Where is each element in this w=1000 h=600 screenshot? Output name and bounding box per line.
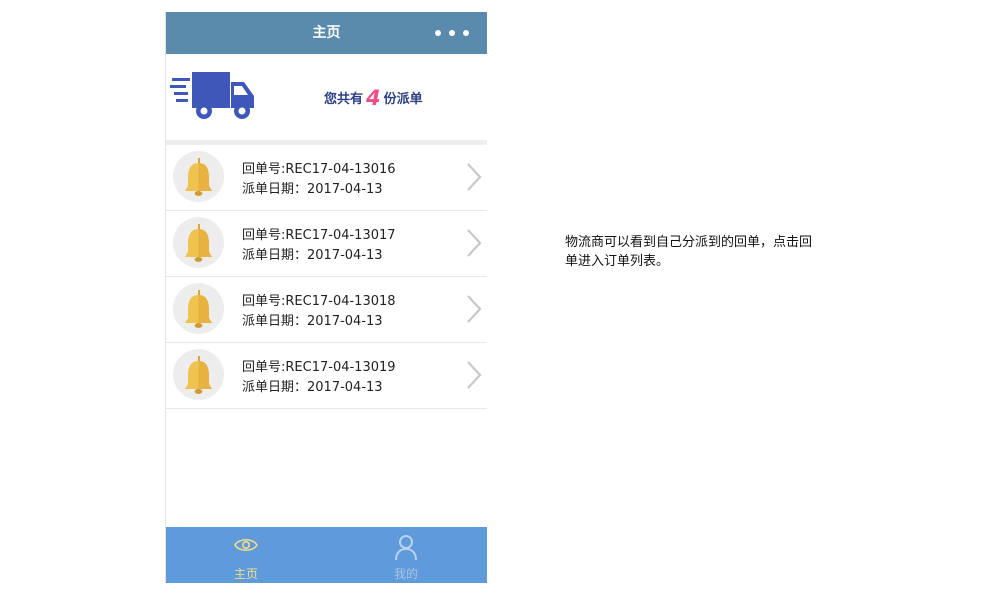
dispatch-item[interactable]: 回单号:REC17-04-13019 派单日期：2017-04-13 [166,343,487,409]
dispatch-count-text: 您共有 4 份派单 [324,84,423,110]
tab-mine[interactable]: 我的 [346,527,466,583]
count-prefix: 您共有 [324,92,364,107]
order-number: 回单号:REC17-04-13017 [242,228,396,243]
eye-icon [234,538,258,552]
dispatch-date: 派单日期：2017-04-13 [242,380,383,395]
order-number: 回单号:REC17-04-13018 [242,294,396,309]
chevron-right-icon [467,229,482,257]
dispatch-list: 回单号:REC17-04-13016 派单日期：2017-04-13 回单号:R… [166,145,487,409]
order-number: 回单号:REC17-04-13016 [242,162,396,177]
dispatch-date: 派单日期：2017-04-13 [242,314,383,329]
bell-icon [173,349,224,400]
dispatch-date: 派单日期：2017-04-13 [242,182,383,197]
chevron-right-icon [467,295,482,323]
dispatch-date: 派单日期：2017-04-13 [242,248,383,263]
dispatch-count: 4 [366,86,381,110]
tab-home[interactable]: 主页 [186,527,306,583]
phone-screen: 主页 您共有 4 份派单 回单号:REC17-04-13016 派单日期：201… [165,12,487,583]
top-nav-bar: 主页 [166,12,487,54]
dispatch-item[interactable]: 回单号:REC17-04-13018 派单日期：2017-04-13 [166,277,487,343]
user-icon [395,535,417,561]
annotation-note: 物流商可以看到自己分派到的回单，点击回单进入订单列表。 [565,235,813,269]
dispatch-summary-banner: 您共有 4 份派单 [166,54,487,140]
chevron-right-icon [467,361,482,389]
count-suffix: 份派单 [383,92,423,107]
dispatch-item[interactable]: 回单号:REC17-04-13017 派单日期：2017-04-13 [166,211,487,277]
tab-home-label: 主页 [233,567,258,581]
truck-icon [170,72,254,119]
dispatch-item[interactable]: 回单号:REC17-04-13016 派单日期：2017-04-13 [166,145,487,211]
order-number: 回单号:REC17-04-13019 [242,360,396,375]
bell-icon [173,283,224,334]
chevron-right-icon [467,163,482,191]
tab-mine-label: 我的 [393,567,418,581]
bottom-tab-bar: 主页 我的 [166,527,487,583]
bell-icon [173,217,224,268]
bell-icon [173,151,224,202]
more-dots-icon[interactable] [435,30,469,36]
